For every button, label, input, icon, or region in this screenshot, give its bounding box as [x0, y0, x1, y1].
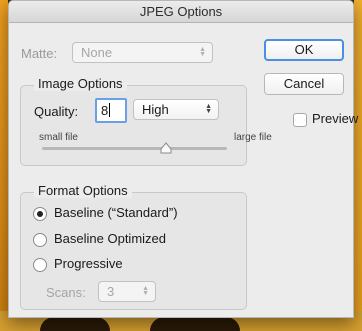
scans-select-value: 3 — [107, 284, 115, 299]
matte-label: Matte: — [21, 46, 58, 61]
quality-slider-track[interactable] — [42, 147, 227, 150]
quality-label: Quality: — [34, 104, 79, 119]
format-options-title: Format Options — [34, 183, 132, 198]
background-right — [354, 0, 362, 331]
cancel-button[interactable]: Cancel — [264, 73, 344, 95]
dialog-title: JPEG Options — [9, 1, 353, 23]
radio-button[interactable] — [33, 258, 47, 272]
matte-select[interactable]: None ▲ ▼ — [72, 42, 213, 63]
radio-button[interactable] — [33, 207, 47, 221]
jpeg-options-dialog: JPEG Options Matte: None ▲ ▼ OK Cancel Pr… — [8, 0, 358, 318]
scans-select[interactable]: 3 ▲ ▼ — [98, 281, 156, 302]
radio-label: Baseline Optimized — [54, 231, 166, 246]
radio-label: Progressive — [54, 256, 123, 271]
slider-max-label: large file — [234, 132, 272, 143]
background-left — [0, 0, 8, 331]
updown-arrows-icon: ▲ ▼ — [142, 285, 149, 297]
scans-label: Scans: — [46, 285, 86, 300]
preview-checkbox[interactable] — [293, 113, 307, 127]
background-shape — [40, 317, 110, 331]
image-options-title: Image Options — [34, 76, 127, 91]
radio-button[interactable] — [33, 233, 47, 247]
ok-button[interactable]: OK — [264, 39, 344, 61]
slider-min-label: small file — [39, 132, 78, 143]
background-shape — [150, 317, 240, 331]
matte-select-value: None — [81, 45, 113, 60]
quality-input[interactable]: 8 — [95, 98, 127, 123]
text-caret — [109, 103, 111, 117]
quality-preset-value: High — [142, 102, 169, 117]
quality-preset-select[interactable]: High ▲ ▼ — [133, 99, 219, 120]
updown-arrows-icon: ▲ ▼ — [199, 46, 206, 58]
radio-label: Baseline (“Standard”) — [54, 205, 178, 220]
quality-slider-thumb[interactable] — [160, 142, 172, 154]
preview-label: Preview — [312, 111, 359, 126]
quality-input-value: 8 — [101, 103, 109, 118]
image-options-group — [20, 85, 247, 166]
updown-arrows-icon: ▲ ▼ — [205, 103, 212, 115]
